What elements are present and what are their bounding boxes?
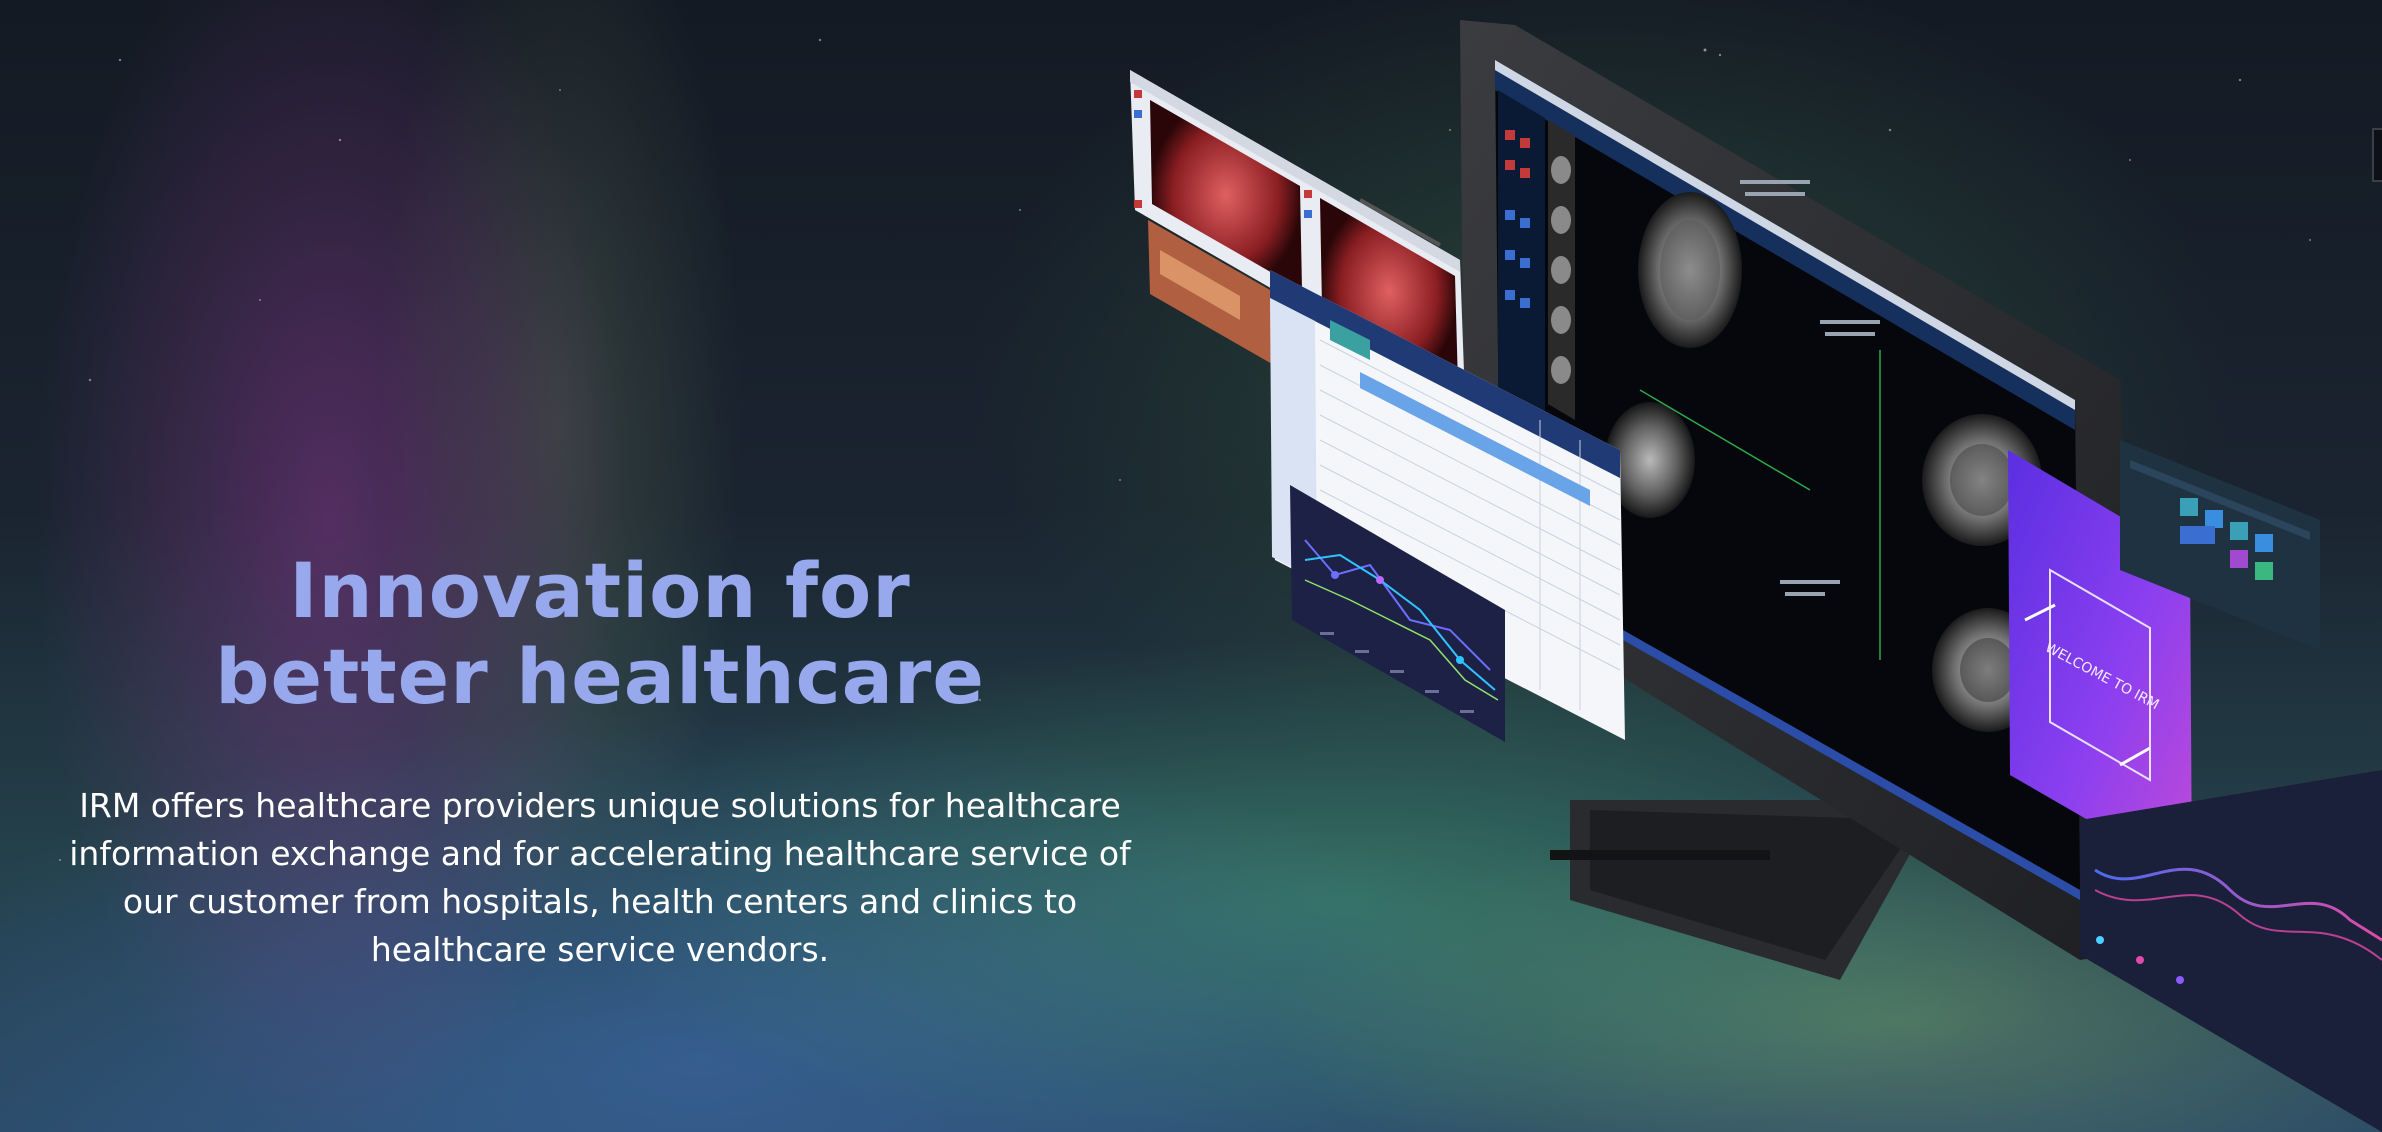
hero-headline: Innovation for better healthcare [100, 548, 1100, 720]
edge-widget[interactable] [2372, 128, 2382, 182]
headline-line-2: better healthcare [215, 632, 985, 721]
hero-description: IRM offers healthcare providers unique s… [69, 786, 1131, 969]
analytics-wave-panel [2080, 770, 2382, 1132]
healthcare-software-illustration: WELCOME TO IRM [1120, 20, 2382, 1132]
headline-line-1: Innovation for [289, 546, 911, 635]
hero-section: Innovation for better healthcare IRM off… [0, 0, 2382, 1132]
monitor-icon: WELCOME TO IRM [1130, 20, 2382, 1132]
